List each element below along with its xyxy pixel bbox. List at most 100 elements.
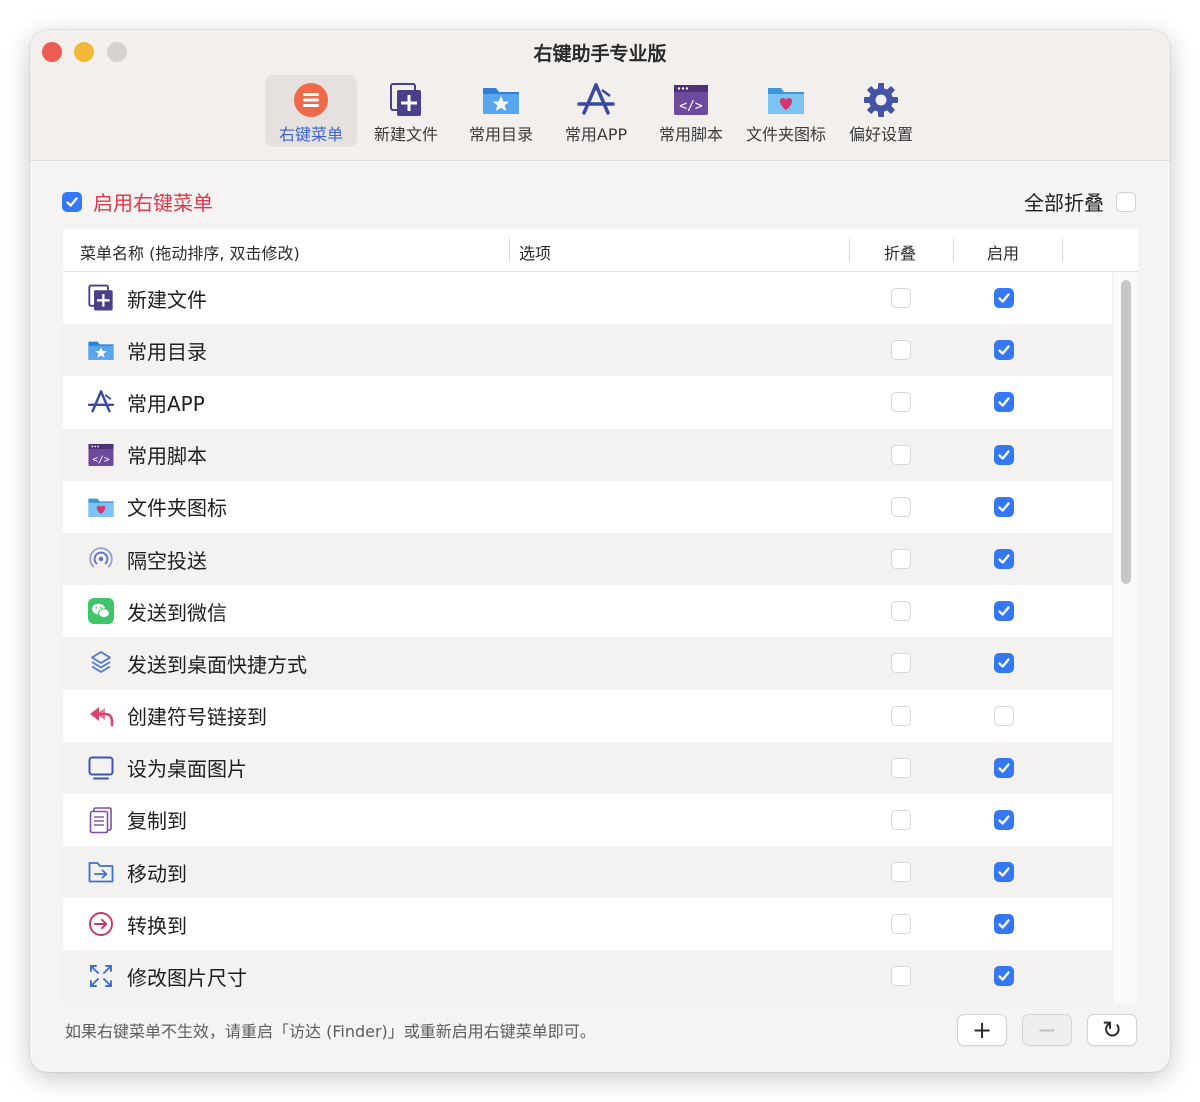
tab-folder-icons[interactable]: 文件夹图标: [740, 75, 832, 147]
wechat-icon: [87, 597, 115, 625]
row-name[interactable]: 常用目录: [127, 336, 207, 365]
tab-preferences[interactable]: 偏好设置: [835, 75, 927, 147]
enable-checkbox[interactable]: [994, 862, 1014, 883]
fold-checkbox[interactable]: [891, 809, 911, 830]
table-row[interactable]: 常用目录: [63, 324, 1113, 377]
table-row[interactable]: </> 常用脚本: [63, 428, 1113, 481]
table-row[interactable]: 发送到桌面快捷方式: [63, 637, 1113, 690]
fold-checkbox[interactable]: [891, 340, 911, 361]
fold-checkbox[interactable]: [891, 288, 911, 308]
row-name[interactable]: 隔空投送: [127, 545, 207, 574]
row-name[interactable]: 移动到: [127, 858, 187, 887]
row-name[interactable]: 常用脚本: [127, 440, 207, 469]
tab-label: 偏好设置: [848, 125, 913, 144]
row-name[interactable]: 常用APP: [127, 388, 205, 417]
fold-checkbox[interactable]: [891, 548, 911, 569]
star-folder-icon: [87, 336, 115, 364]
collapse-all-toggle[interactable]: 全部折叠: [1024, 187, 1136, 216]
enable-menu-checkbox[interactable]: [62, 191, 82, 212]
enable-checkbox[interactable]: [994, 444, 1014, 465]
row-name[interactable]: 发送到微信: [127, 597, 227, 626]
fold-checkbox[interactable]: [891, 705, 911, 726]
table-row[interactable]: 设为桌面图片: [63, 741, 1113, 794]
enable-checkbox[interactable]: [994, 340, 1014, 361]
collapse-all-label: 全部折叠: [1024, 191, 1104, 215]
row-name[interactable]: 转换到: [127, 910, 187, 939]
tab-label: 新建文件: [373, 125, 438, 144]
enable-checkbox[interactable]: [994, 653, 1014, 674]
gear-icon: [863, 82, 899, 118]
heart-folder-icon: [87, 493, 115, 521]
copy-document-icon: [87, 806, 115, 834]
fold-checkbox[interactable]: [891, 914, 911, 935]
title-bar: 右键助手专业版 右键菜单 新建文件 常用目录 常用APP </> 常用脚本 文件…: [30, 30, 1170, 161]
table-row[interactable]: 修改图片尺寸: [63, 950, 1113, 1003]
row-name[interactable]: 发送到桌面快捷方式: [127, 649, 307, 678]
convert-arrow-icon: [87, 910, 115, 938]
enable-checkbox[interactable]: [994, 601, 1014, 622]
refresh-icon: ↻: [1101, 1016, 1123, 1044]
fold-checkbox[interactable]: [891, 966, 911, 987]
enable-checkbox[interactable]: [994, 757, 1014, 778]
svg-text:</>: </>: [92, 454, 110, 465]
row-name[interactable]: 修改图片尺寸: [127, 962, 247, 991]
fold-checkbox[interactable]: [891, 862, 911, 883]
fold-checkbox[interactable]: [891, 653, 911, 674]
enable-checkbox[interactable]: [994, 548, 1014, 569]
enable-menu-toggle[interactable]: 启用右键菜单: [62, 187, 213, 216]
tab-label: 常用目录: [468, 125, 533, 144]
table-row[interactable]: 移动到: [63, 846, 1113, 899]
row-name[interactable]: 设为桌面图片: [127, 753, 247, 782]
enable-checkbox[interactable]: [994, 392, 1014, 413]
enable-checkbox[interactable]: [994, 288, 1014, 308]
tab-context-menu[interactable]: 右键菜单: [265, 75, 357, 147]
tab-label: 常用脚本: [658, 125, 723, 144]
row-name[interactable]: 复制到: [127, 805, 187, 834]
table-row[interactable]: 隔空投送: [63, 532, 1113, 586]
window-title: 右键助手专业版: [533, 43, 667, 65]
enable-checkbox[interactable]: [994, 966, 1014, 987]
enable-checkbox[interactable]: [994, 809, 1014, 830]
menu-items-table: 菜单名称 (拖动排序, 双击修改) 选项 折叠 启用 新建文件常用目录常用APP…: [63, 229, 1138, 1003]
row-name[interactable]: 文件夹图标: [127, 492, 227, 521]
column-divider: [509, 238, 510, 262]
tab-new-file[interactable]: 新建文件: [360, 75, 452, 147]
table-row[interactable]: 复制到: [63, 794, 1113, 846]
plus-icon: +: [971, 1016, 993, 1044]
enable-checkbox[interactable]: [994, 496, 1014, 517]
enable-checkbox[interactable]: [994, 914, 1014, 935]
row-name[interactable]: 创建符号链接到: [127, 701, 267, 730]
tab-common-apps[interactable]: 常用APP: [550, 75, 642, 147]
tab-label: 文件夹图标: [745, 125, 826, 144]
table-row[interactable]: 文件夹图标: [63, 481, 1113, 533]
fold-checkbox[interactable]: [891, 392, 911, 413]
column-header-fold[interactable]: 折叠: [884, 240, 916, 264]
fold-checkbox[interactable]: [891, 496, 911, 517]
table-row[interactable]: 常用APP: [63, 376, 1113, 428]
star-folder-icon: [481, 82, 521, 118]
refresh-button[interactable]: ↻: [1087, 1014, 1137, 1046]
tab-common-scripts[interactable]: </> 常用脚本: [645, 75, 737, 147]
column-header-enable[interactable]: 启用: [987, 240, 1019, 264]
table-header: 菜单名称 (拖动排序, 双击修改) 选项 折叠 启用: [63, 229, 1138, 272]
tab-common-folders[interactable]: 常用目录: [455, 75, 547, 147]
column-header-options[interactable]: 选项: [519, 240, 551, 264]
table-row[interactable]: 发送到微信: [63, 585, 1113, 637]
remove-item-button[interactable]: −: [1022, 1014, 1072, 1046]
add-item-button[interactable]: +: [957, 1014, 1007, 1046]
column-header-name[interactable]: 菜单名称 (拖动排序, 双击修改): [80, 240, 300, 264]
resize-icon: [87, 962, 115, 990]
shortcut-icon: [87, 649, 115, 677]
table-row[interactable]: 转换到: [63, 898, 1113, 950]
new-file-icon: [87, 284, 115, 312]
fold-checkbox[interactable]: [891, 444, 911, 465]
row-name[interactable]: 新建文件: [127, 284, 207, 313]
scrollbar-thumb[interactable]: [1121, 280, 1131, 584]
table-row[interactable]: 新建文件: [63, 272, 1113, 324]
fold-checkbox[interactable]: [891, 757, 911, 778]
collapse-all-checkbox[interactable]: [1116, 191, 1136, 212]
enable-checkbox[interactable]: [994, 705, 1014, 726]
fold-checkbox[interactable]: [891, 601, 911, 622]
table-row[interactable]: 创建符号链接到: [63, 690, 1113, 742]
vertical-scrollbar[interactable]: [1112, 272, 1138, 1003]
